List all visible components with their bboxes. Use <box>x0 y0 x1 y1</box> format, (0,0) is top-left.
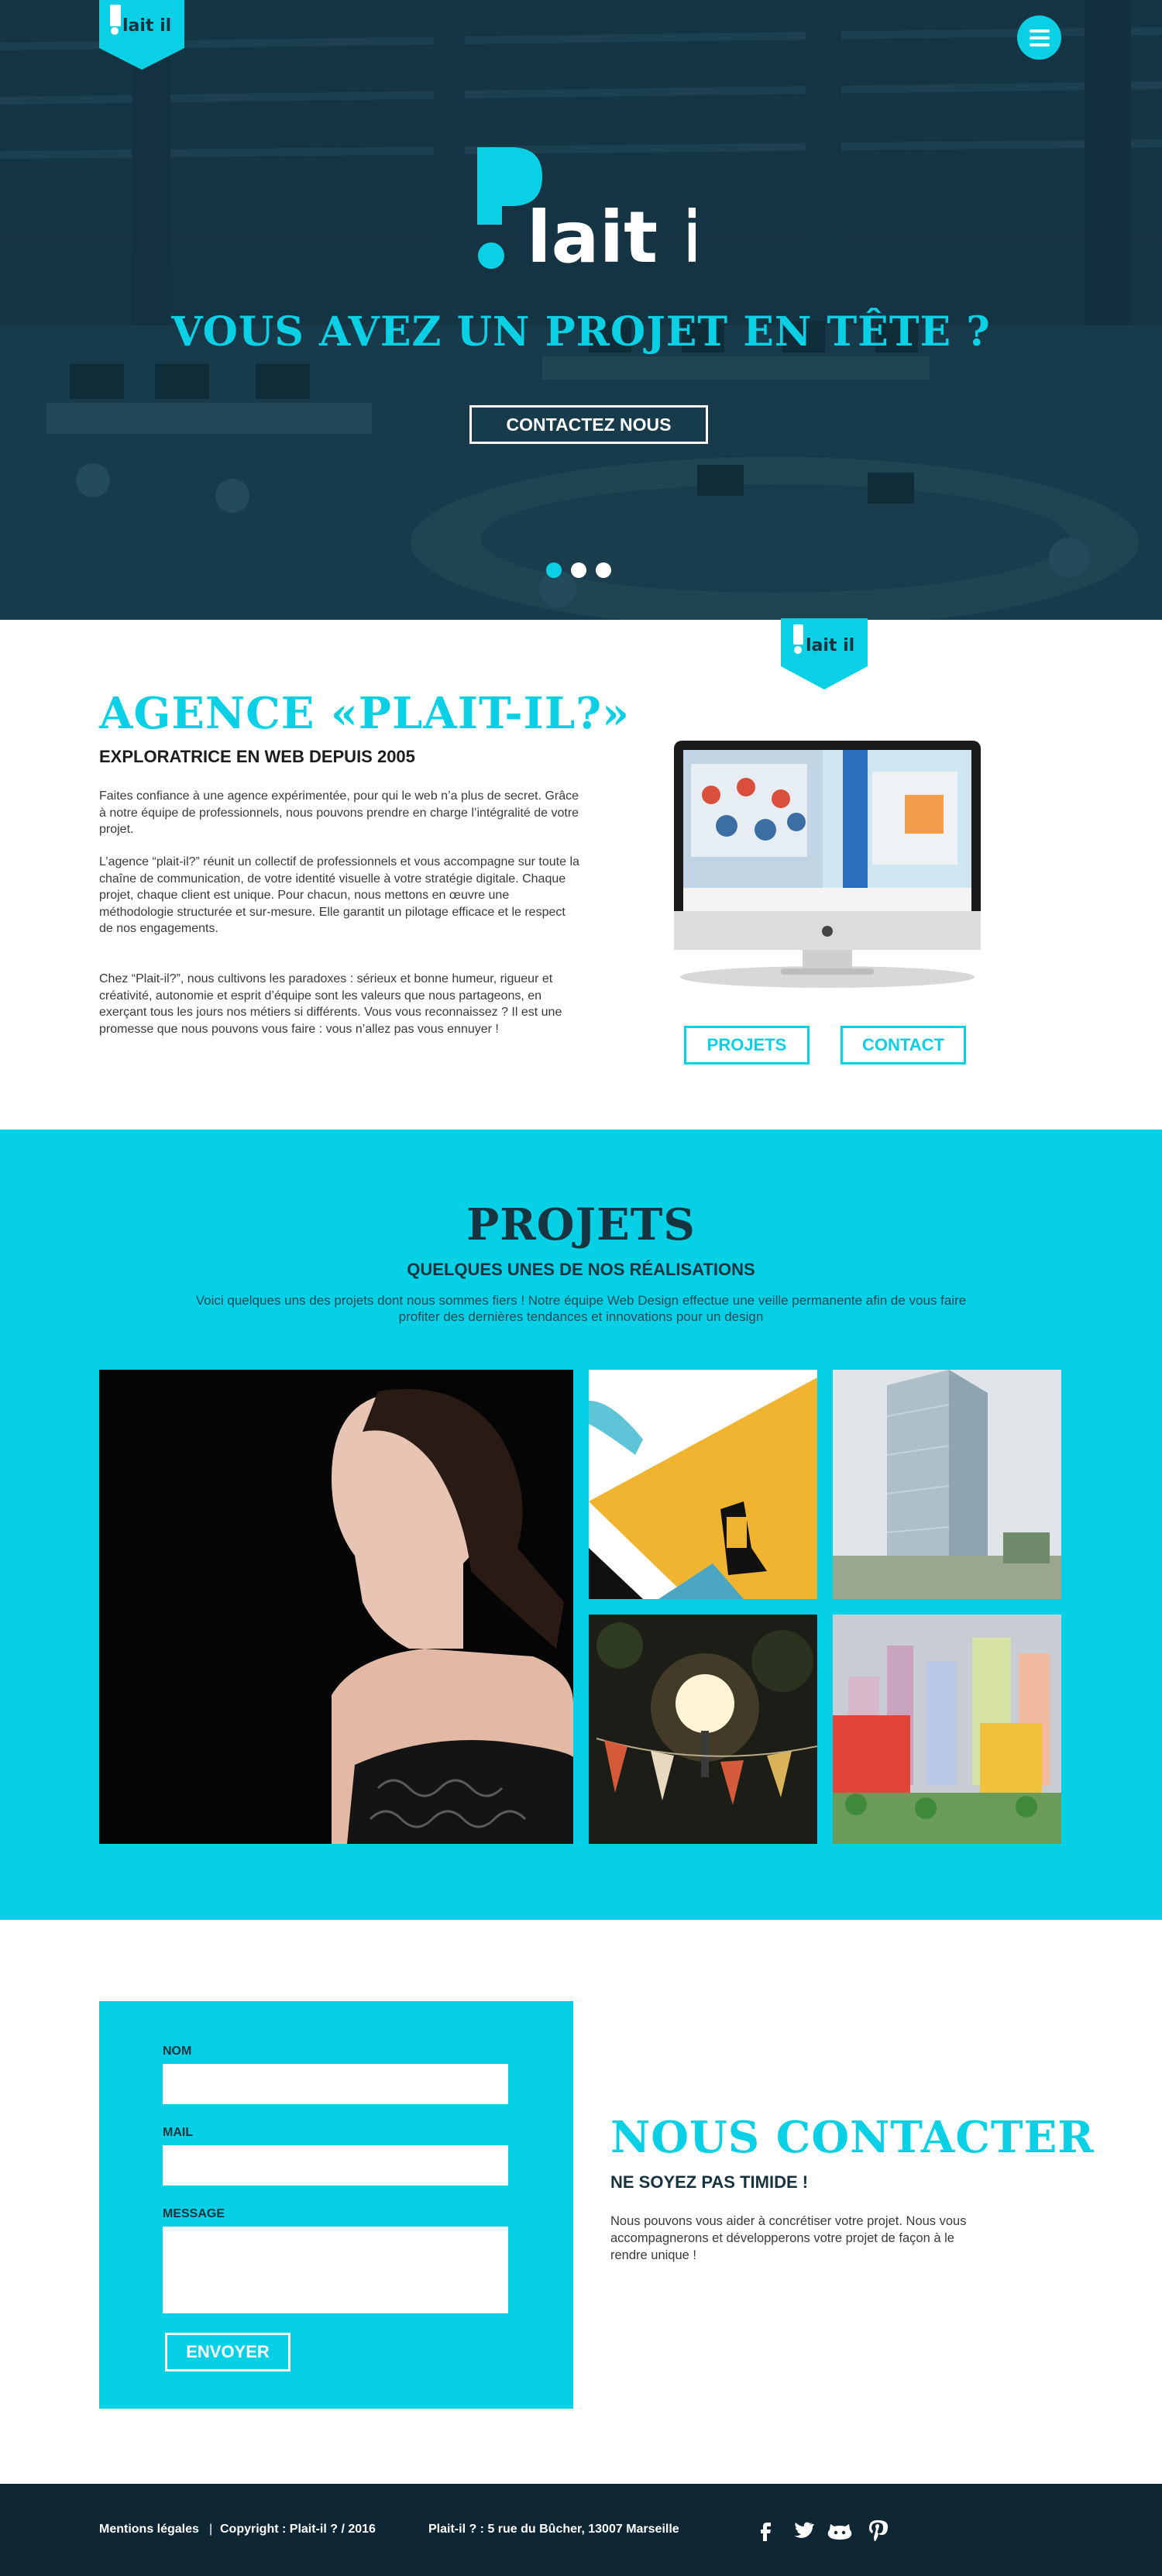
agence-section: lait il AGENCE «PLAIT-IL?» EXPLORATRICE … <box>0 618 1162 1130</box>
projets-title: PROJETS <box>466 1199 696 1250</box>
projets-description: Voici quelques uns des projets dont nous… <box>195 1293 967 1324</box>
footer-separator: | <box>209 2523 213 2536</box>
project-tile-shoes[interactable] <box>589 1370 817 1599</box>
agence-subtitle: EXPLORATRICE EN WEB DEPUIS 2005 <box>99 747 415 766</box>
mail-label: MAIL <box>163 2126 194 2139</box>
project-tile-lamp[interactable] <box>589 1615 817 1844</box>
projets-button[interactable]: PROJETS <box>684 1026 810 1064</box>
logo-tab-center: lait il <box>781 618 868 690</box>
footer: Mentions légales | Copyright : Plait-il … <box>0 2484 1162 2576</box>
menu-button[interactable] <box>1017 15 1061 60</box>
city-image <box>833 1615 1061 1844</box>
agence-paragraph: Chez “Plait-il?”, nous cultivons les par… <box>99 972 562 1036</box>
agence-paragraph: L’agence “plait-il?” réunit un collectif… <box>99 855 579 935</box>
send-button[interactable]: ENVOYER <box>165 2333 290 2371</box>
project-tile-portrait[interactable] <box>99 1370 573 1844</box>
hero-section: lait il lait il VOUS AVEZ UN PROJET EN T… <box>0 0 1162 620</box>
contact-text: Nous pouvons vous aider à concrétiser vo… <box>610 2214 967 2262</box>
github-icon[interactable] <box>827 2518 852 2543</box>
contact-title: NOUS CONTACTER <box>610 2112 1095 2163</box>
agence-title: AGENCE «PLAIT-IL?» <box>99 688 631 739</box>
hero-headline: VOUS AVEZ UN PROJET EN TÊTE ? <box>171 308 991 356</box>
logo-tab[interactable]: lait il <box>99 0 184 70</box>
lamp-image <box>589 1615 817 1844</box>
message-textarea[interactable] <box>163 2227 508 2313</box>
contact-button[interactable]: CONTACT <box>841 1026 966 1064</box>
projets-subtitle: QUELQUES UNES DE NOS RÉALISATIONS <box>407 1260 755 1279</box>
copyright-text: Copyright : Plait-il ? / 2016 <box>220 2523 376 2536</box>
agence-paragraph: Faites confiance à une agence expériment… <box>99 789 579 836</box>
shoes-image <box>589 1370 817 1599</box>
name-input[interactable] <box>163 2064 508 2104</box>
svg-text:lait il: lait il <box>527 196 696 279</box>
project-tile-city[interactable] <box>833 1615 1061 1844</box>
slider-dot[interactable] <box>571 562 586 578</box>
svg-text:lait il: lait il <box>806 636 854 655</box>
facebook-icon[interactable] <box>753 2518 778 2543</box>
slider-dots <box>546 562 611 578</box>
svg-text:lait il: lait il <box>122 16 171 36</box>
message-label: MESSAGE <box>163 2207 225 2220</box>
twitter-icon[interactable] <box>789 2518 814 2543</box>
pinterest-icon[interactable] <box>865 2518 890 2543</box>
slider-dot[interactable] <box>596 562 611 578</box>
projets-section: PROJETS QUELQUES UNES DE NOS RÉALISATION… <box>0 1130 1162 1920</box>
portrait-image <box>99 1370 573 1844</box>
slider-dot[interactable] <box>546 562 562 578</box>
contact-subtitle: NE SOYEZ PAS TIMIDE ! <box>610 2172 809 2192</box>
mail-input[interactable] <box>163 2145 508 2186</box>
project-tile-tower[interactable] <box>833 1370 1061 1599</box>
contact-us-button[interactable]: CONTACTEZ NOUS <box>469 405 708 444</box>
address-text: Plait-il ? : 5 rue du Bûcher, 13007 Mars… <box>428 2523 679 2536</box>
contact-section: NOM MAIL MESSAGE ENVOYER NOUS CONTACTER … <box>0 1920 1162 2484</box>
hamburger-icon <box>1029 29 1050 33</box>
legal-link[interactable]: Mentions légales <box>99 2523 199 2536</box>
contact-form: NOM MAIL MESSAGE ENVOYER <box>99 2001 573 2409</box>
imac-image <box>674 741 981 988</box>
tower-image <box>833 1370 1061 1599</box>
name-label: NOM <box>163 2045 192 2058</box>
hero-logo: lait il <box>477 147 696 279</box>
